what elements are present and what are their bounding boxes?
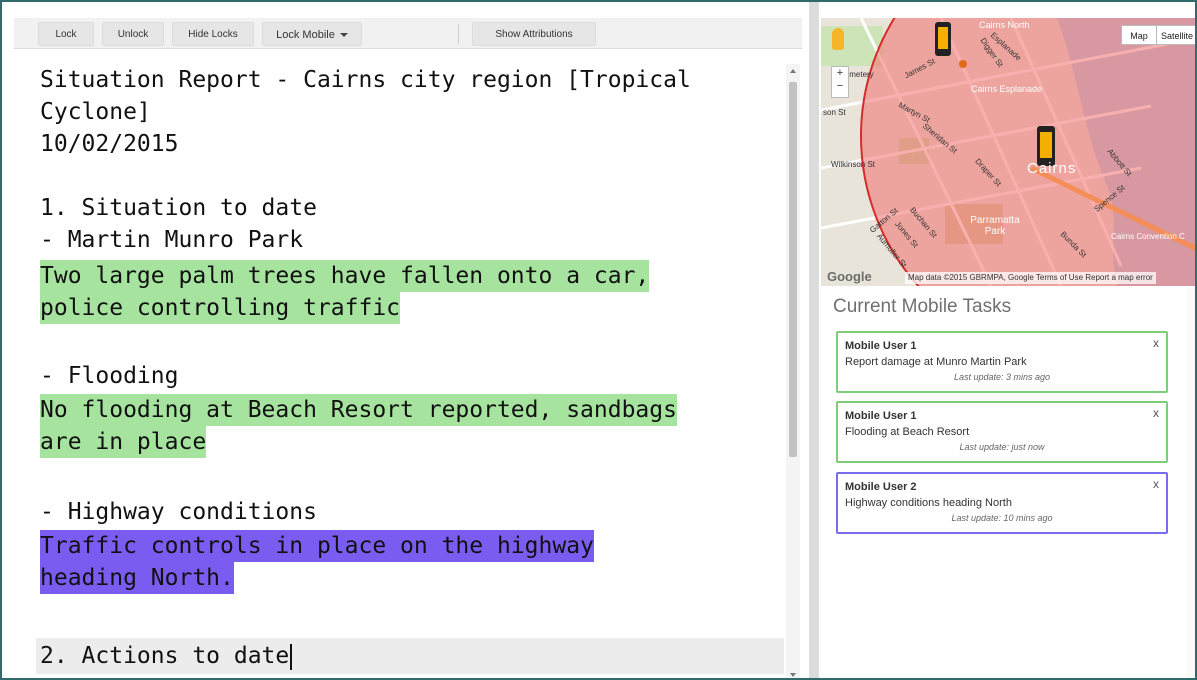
report-text-area[interactable]: Situation Report - Cairns city region [T… [14,64,784,678]
map-canvas [821,18,1195,286]
map-type-map-button[interactable]: Map [1121,25,1157,45]
report-editor-pane: Lock Unlock Hide Locks Lock Mobile Show … [14,18,802,678]
app-window: Lock Unlock Hide Locks Lock Mobile Show … [0,0,1197,680]
text-cursor [290,643,293,670]
map-label: Cairns [1027,160,1077,177]
map-view[interactable]: Cairns North Cemetery James St Digger St… [821,18,1195,286]
caret-down-icon [339,33,348,38]
editor-line: Situation Report - Cairns city region [T… [40,67,691,93]
current-line-text: 2. Actions to date [40,643,290,669]
task-card[interactable]: Mobile User 2 x Highway conditions headi… [836,472,1168,534]
hide-locks-button[interactable]: Hide Locks [172,22,254,46]
lock-mobile-dropdown[interactable]: Lock Mobile [262,22,362,46]
show-attributions-button[interactable]: Show Attributions [472,22,596,46]
map-attribution[interactable]: Map data ©2015 GBRMPA, Google Terms of U… [905,272,1156,284]
task-description: Flooding at Beach Resort [845,426,970,438]
task-user: Mobile User 1 [845,410,917,422]
locked-text-purple[interactable]: heading North. [40,562,234,594]
editor-line: - Highway conditions [40,499,317,525]
editor-line: - Flooding [40,363,179,389]
editor-line: 1. Situation to date [40,195,317,221]
editor-toolbar: Lock Unlock Hide Locks Lock Mobile Show … [14,18,802,49]
unlock-button[interactable]: Unlock [102,22,164,46]
zoom-out-button[interactable]: − [832,80,848,93]
editor-scroll-thumb[interactable] [789,82,797,457]
editor-line: - Martin Munro Park [40,227,304,253]
task-card[interactable]: Mobile User 1 x Flooding at Beach Resort… [836,401,1168,463]
google-logo: Google [827,269,872,284]
editor-scrollbar[interactable] [786,64,800,678]
task-user: Mobile User 1 [845,340,917,352]
task-last-update: Last update: 3 mins ago [953,372,1051,382]
locked-text-purple[interactable]: Traffic controls in place on the highway [40,530,594,562]
editor-line-current: 2. Actions to date [40,640,293,672]
mobile-phone-icon[interactable] [935,22,951,56]
task-description: Report damage at Munro Martin Park [845,356,1027,368]
task-user: Mobile User 2 [845,481,917,493]
close-icon[interactable]: x [1153,336,1159,350]
locked-text-green[interactable]: No flooding at Beach Resort reported, sa… [40,394,677,426]
zoom-in-button[interactable]: + [832,67,848,80]
task-last-update: Last update: 10 mins ago [951,513,1053,523]
lock-mobile-label: Lock Mobile [276,29,335,41]
lock-button[interactable]: Lock [38,22,94,46]
task-last-update: Last update: just now [959,442,1045,452]
scroll-down-icon[interactable] [790,673,796,677]
close-icon[interactable]: x [1153,406,1159,420]
locked-text-green[interactable]: are in place [40,426,207,458]
tasks-title: Current Mobile Tasks [833,296,1012,317]
editor-line: 10/02/2015 [40,131,179,157]
toolbar-separator [458,24,459,44]
map-label: Cairns North [979,20,1030,30]
poi-marker[interactable] [959,60,967,68]
locked-text-green[interactable]: police controlling traffic [40,292,401,324]
scroll-up-icon[interactable] [790,69,796,73]
map-label: Cairns Convention C [1111,232,1185,241]
map-label: Parramatta Park [970,215,1020,237]
task-description: Highway conditions heading North [845,497,1012,509]
tasks-scrollbar[interactable] [1187,288,1195,678]
pegman-icon[interactable] [832,28,844,50]
map-label: son St [823,108,846,117]
zoom-control: + − [831,66,849,98]
close-icon[interactable]: x [1153,477,1159,491]
pane-divider[interactable] [809,2,819,678]
map-type-satellite-button[interactable]: Satellite [1156,25,1195,45]
task-card[interactable]: Mobile User 1 x Report damage at Munro M… [836,331,1168,393]
map-label: Wilkinson St [831,160,876,169]
editor-line: Cyclone] [40,99,151,125]
map-label: Cairns Esplanade [971,84,1043,94]
locked-text-green[interactable]: Two large palm trees have fallen onto a … [40,260,650,292]
mobile-tasks-panel: Current Mobile Tasks Mobile User 1 x Rep… [821,288,1195,678]
